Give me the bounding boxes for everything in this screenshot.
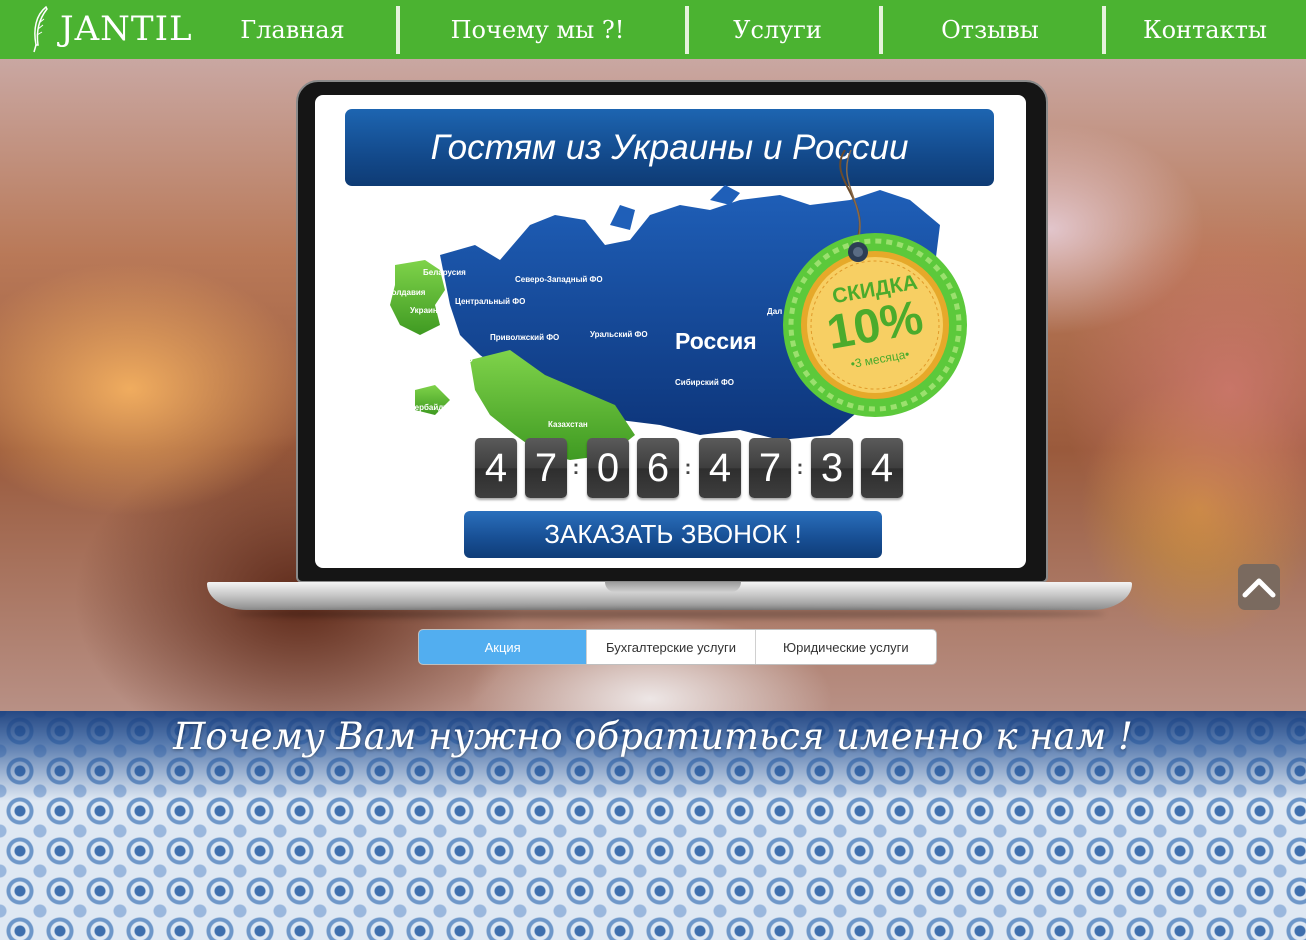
nav-item-reviews[interactable]: Отзывы — [910, 0, 1070, 59]
discount-tag: СКИДКА 10% •3 месяца• — [780, 230, 970, 420]
map-label-kazakhstan: Казахстан — [548, 420, 588, 429]
laptop-shadow — [235, 609, 1105, 619]
map-label-ural: Уральский ФО — [590, 330, 648, 339]
map-label-northwest: Северо-Западный ФО — [515, 275, 603, 284]
nav-divider — [1102, 6, 1106, 54]
main-nav: Главная Почему мы ?! Услуги Отзывы Конта… — [0, 0, 1306, 59]
why-us-heading: Почему Вам нужно обратиться именно к нам… — [173, 715, 1133, 758]
order-call-button[interactable]: ЗАКАЗАТЬ ЗВОНОК ! — [464, 511, 882, 558]
countdown-separator: : — [684, 456, 692, 479]
top-navigation-bar: JANTIL Главная Почему мы ?! Услуги Отзыв… — [0, 0, 1306, 59]
promo-title-banner: Гостям из Украины и России — [345, 109, 994, 186]
promo-slide: Гостям из Украины и России Беларусия Мол… — [315, 95, 1026, 568]
nav-item-why-us[interactable]: Почему мы ?! — [420, 0, 655, 59]
nav-item-services[interactable]: Услуги — [700, 0, 855, 59]
map-label-southern: Южный ФО — [427, 355, 473, 364]
countdown-digit: 7 — [749, 438, 791, 498]
map-label-azerbaijan: Азербайджан — [405, 403, 459, 412]
chevron-up-icon — [1242, 578, 1276, 598]
countdown-digit: 3 — [811, 438, 853, 498]
countdown-timer: 4 7 : 0 6 : 4 7 : 3 4 — [475, 438, 911, 502]
countdown-digit: 0 — [587, 438, 629, 498]
map-label-moldova: Молдавия — [385, 288, 426, 297]
nav-divider — [396, 6, 400, 54]
tab-accounting-services[interactable]: Бухгалтерские услуги — [587, 630, 756, 664]
countdown-digit: 4 — [699, 438, 741, 498]
countdown-digit: 7 — [525, 438, 567, 498]
map-label-ukraine: Украина — [410, 306, 443, 315]
map-label-belarus: Беларусия — [423, 268, 466, 277]
tab-legal-services[interactable]: Юридические услуги — [756, 630, 936, 664]
tab-promo[interactable]: Акция — [419, 630, 588, 664]
map-label-russia: Россия — [675, 328, 757, 354]
map-label-siberian: Сибирский ФО — [675, 378, 735, 387]
slider-tabs: Акция Бухгалтерские услуги Юридические у… — [418, 629, 937, 665]
laptop-notch — [605, 582, 741, 592]
map-label-central: Центральный ФО — [455, 297, 526, 306]
countdown-separator: : — [572, 456, 580, 479]
nav-divider — [879, 6, 883, 54]
nav-item-contacts[interactable]: Контакты — [1120, 0, 1290, 59]
countdown-digit: 4 — [475, 438, 517, 498]
map-label-volga: Приволжский ФО — [490, 333, 560, 342]
scroll-to-top-button[interactable] — [1238, 564, 1280, 610]
countdown-digit: 6 — [637, 438, 679, 498]
nav-divider — [685, 6, 689, 54]
countdown-separator: : — [796, 456, 804, 479]
nav-item-home[interactable]: Главная — [215, 0, 370, 59]
countdown-digit: 4 — [861, 438, 903, 498]
